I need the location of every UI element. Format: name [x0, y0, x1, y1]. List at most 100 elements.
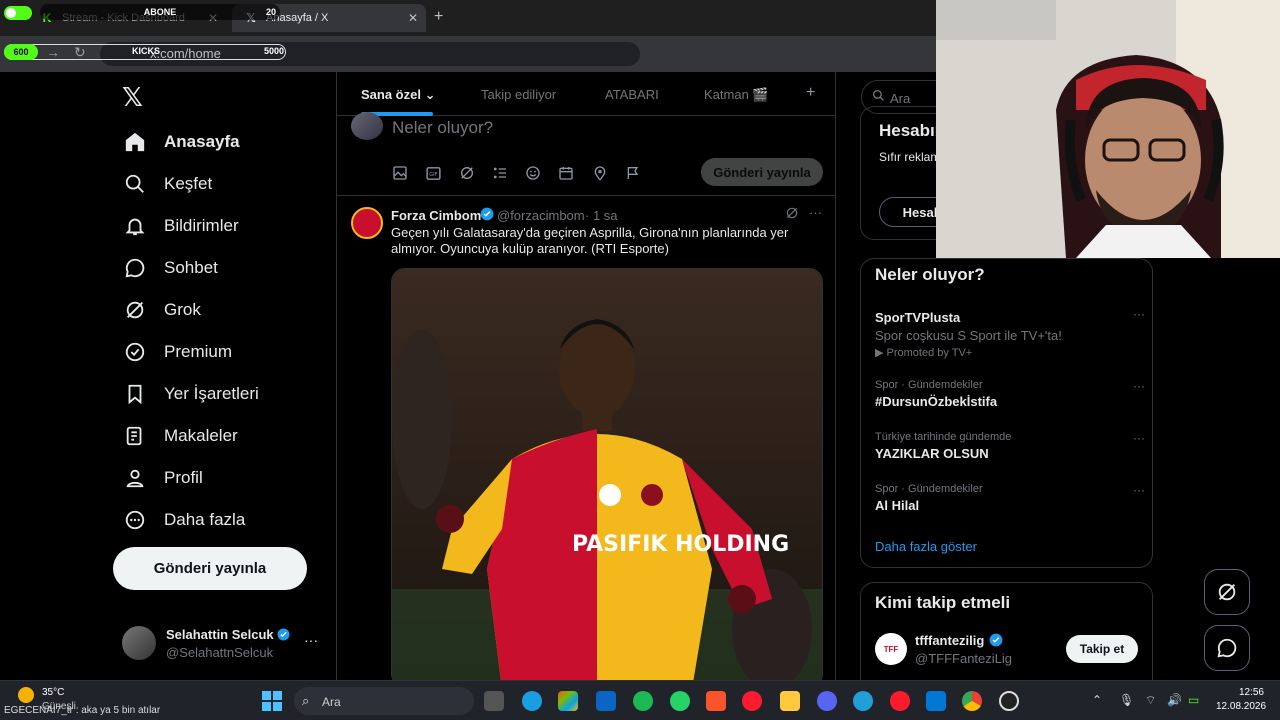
search-icon: ⌕ — [302, 693, 310, 708]
subscriber-goal-count: 20 — [265, 7, 276, 17]
image-icon[interactable] — [391, 164, 409, 182]
microphone-icon[interactable]: 🎙 — [1119, 693, 1134, 707]
poll-icon[interactable] — [491, 164, 509, 182]
battery-icon[interactable]: ▭ — [1188, 693, 1199, 707]
nav-item-label: Profil — [164, 468, 203, 487]
opera-icon[interactable] — [742, 691, 762, 711]
nav-item-chat[interactable]: Sohbet — [122, 248, 218, 288]
nav-item-articles[interactable]: Makaleler — [122, 416, 238, 456]
taskbar-clock[interactable]: 12:56 12.08.2026 — [1216, 686, 1266, 714]
spotify-icon[interactable] — [633, 691, 653, 711]
tweet[interactable]: Forza Cimbom @forzacimbom · 1 sa ··· Geç… — [337, 197, 835, 680]
messages-float-button[interactable] — [1204, 625, 1250, 671]
emoji-icon[interactable] — [524, 164, 542, 182]
composer-post-button[interactable]: Gönderi yayınla — [701, 158, 823, 186]
gif-icon[interactable]: GIF — [424, 164, 442, 182]
more-icon[interactable]: ··· — [1133, 307, 1145, 321]
nav-item-label: Makaleler — [164, 426, 238, 445]
home-icon — [122, 129, 148, 155]
composer-input[interactable]: Neler oluyor? — [392, 118, 493, 138]
nav-item-premium[interactable]: Premium — [122, 332, 232, 372]
trend-item[interactable]: Spor · Gündemdekiler #DursunÖzbekİstifa … — [875, 379, 1145, 409]
nav-item-explore[interactable]: Keşfet — [122, 164, 212, 204]
more-icon[interactable]: ··· — [1133, 379, 1145, 393]
tweet-timestamp[interactable]: · 1 sa — [585, 208, 618, 223]
nav-item-label: Anasayfa — [164, 132, 240, 151]
telegram-icon[interactable] — [853, 691, 873, 711]
chat-icon — [1217, 638, 1237, 658]
avatar — [351, 112, 383, 140]
opera-gx-icon[interactable] — [890, 691, 910, 711]
taskbar-search[interactable]: ⌕ Ara — [294, 687, 474, 715]
copilot-icon[interactable] — [558, 691, 578, 711]
promoted-label: ▶ Promoted by TV+ — [875, 347, 973, 359]
more-icon[interactable]: ··· — [1133, 483, 1145, 497]
grok-float-button[interactable] — [1204, 569, 1250, 615]
obs-icon[interactable] — [999, 691, 1019, 711]
wifi-icon[interactable]: ⌔ — [1145, 693, 1156, 708]
more-icon[interactable]: ··· — [1133, 431, 1145, 445]
flag-icon[interactable] — [624, 164, 642, 182]
tweet-author-name[interactable]: Forza Cimbom — [391, 208, 481, 223]
x-logo[interactable]: 𝕏 — [122, 82, 143, 113]
nav-item-notifications[interactable]: Bildirimler — [122, 206, 239, 246]
x-sidebar-nav: 𝕏 Anasayfa Keşfet Bildirimler Sohbet Gro… — [110, 72, 336, 680]
nav-item-label: Yer İşaretleri — [164, 384, 259, 403]
file-explorer-icon[interactable] — [780, 691, 800, 711]
suggested-account-name[interactable]: tfffantezilig — [915, 633, 984, 648]
verified-badge-icon — [277, 628, 290, 641]
avatar[interactable]: TFF — [875, 633, 907, 665]
edge-icon[interactable] — [522, 691, 542, 711]
show-more-link[interactable]: Daha fazla göster — [875, 539, 977, 554]
tab-atabari[interactable]: ATABARI — [605, 87, 659, 102]
new-tab-button[interactable]: + — [434, 8, 443, 26]
chrome-icon[interactable] — [962, 691, 982, 711]
account-switcher[interactable]: Selahattin Selcuk @SelahattnSelcuk ··· — [122, 622, 332, 666]
weather-temp[interactable]: 35°C — [42, 687, 64, 698]
nav-item-home[interactable]: Anasayfa — [122, 122, 240, 162]
nav-item-more[interactable]: Daha fazla — [122, 500, 245, 540]
main-feed: Sana özel ⌄ Takip ediliyor ATABARI Katma… — [336, 72, 836, 680]
location-icon[interactable] — [591, 164, 609, 182]
tweet-image[interactable]: PASIFIK HOLDING — [391, 268, 823, 680]
grok-icon — [1218, 583, 1236, 601]
chevron-up-icon[interactable]: ⌃ — [1092, 693, 1102, 707]
volume-icon[interactable]: 🔊 — [1167, 693, 1182, 707]
follow-button[interactable]: Takip et — [1066, 635, 1138, 663]
more-icon[interactable]: ··· — [809, 205, 822, 220]
who-to-follow-panel: Kimi takip etmeli TFF tfffantezilig @TFF… — [860, 582, 1153, 692]
account-handle: @SelahattnSelcuk — [166, 645, 274, 660]
trend-item[interactable]: SporTVPlusta Spor coşkusu S Sport ile TV… — [875, 307, 1145, 359]
promoted-icon: ▶ — [875, 347, 887, 359]
trend-meta: Spor · Gündemdekiler — [875, 379, 983, 391]
grok-icon[interactable] — [458, 164, 476, 182]
avatar[interactable] — [351, 207, 383, 239]
windows-start-icon[interactable] — [262, 691, 282, 711]
discord-icon[interactable] — [817, 691, 837, 711]
tab-katman[interactable]: Katman 🎬 — [704, 87, 769, 103]
nav-item-profile[interactable]: Profil — [122, 458, 203, 498]
post-button[interactable]: Gönderi yayınla — [113, 547, 307, 590]
tab-for-you[interactable]: Sana özel ⌄ — [361, 87, 435, 103]
grok-icon[interactable] — [785, 206, 799, 225]
nav-item-label: Daha fazla — [164, 510, 246, 529]
task-view-icon[interactable] — [484, 691, 504, 711]
more-icon[interactable]: ··· — [304, 632, 318, 648]
who-to-follow-title: Kimi takip etmeli — [875, 593, 1011, 612]
outlook-icon[interactable] — [926, 691, 946, 711]
schedule-icon[interactable] — [557, 164, 575, 182]
tweet-author-handle[interactable]: @forzacimbom — [497, 208, 585, 223]
trend-item[interactable]: Türkiye tarihinde gündemde YAZIKLAR OLSU… — [875, 431, 1145, 461]
add-tab-icon[interactable]: + — [806, 84, 815, 102]
tab-following[interactable]: Takip ediliyor — [481, 87, 556, 102]
close-icon[interactable]: ✕ — [408, 11, 418, 25]
suggested-account-handle: @TFFFanteziLig — [915, 651, 1012, 666]
nav-item-grok[interactable]: Grok — [122, 290, 201, 330]
brave-icon[interactable] — [706, 691, 726, 711]
nav-item-bookmarks[interactable]: Yer İşaretleri — [122, 374, 259, 414]
verified-badge-icon — [989, 633, 1003, 652]
whatsapp-icon[interactable] — [670, 691, 690, 711]
trend-item[interactable]: Spor · Gündemdekiler Al Hilal ··· — [875, 483, 1145, 513]
app-icon[interactable] — [596, 691, 616, 711]
verified-icon — [122, 339, 148, 365]
